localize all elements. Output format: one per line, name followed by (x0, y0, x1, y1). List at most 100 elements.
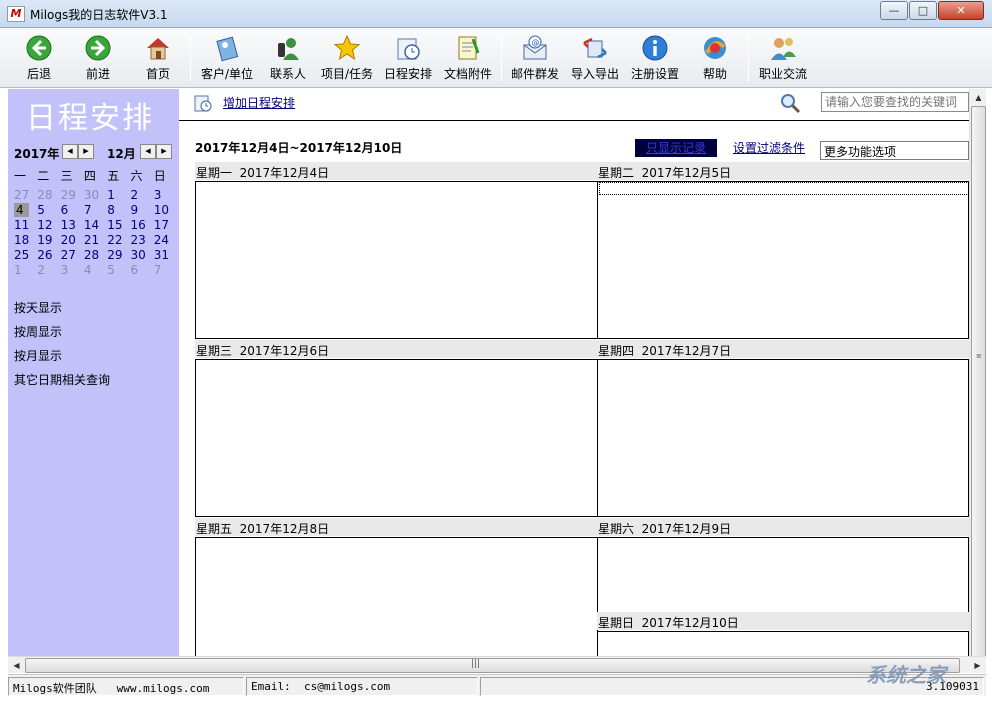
contacts-button[interactable]: 联系人 (262, 30, 314, 86)
more-options-select[interactable]: 更多功能选项 (820, 141, 969, 160)
day-cell-sat[interactable] (597, 537, 969, 615)
calendar-day[interactable]: 13 (61, 218, 84, 233)
home-button[interactable]: 首页 (133, 30, 183, 86)
main-panel: 增加日程安排 2017年12月4日~2017年12月10日 只显示记录 设置过滤… (179, 89, 969, 671)
forward-button[interactable]: 前进 (73, 30, 123, 86)
calendar-day-selected[interactable]: 4 (14, 203, 37, 218)
month-prev-button[interactable]: ◀ (140, 144, 156, 159)
calendar-day[interactable]: 18 (14, 233, 37, 248)
calendar-day-number: 2 (37, 263, 45, 277)
day-cell-mon[interactable] (195, 181, 598, 339)
calendar-day[interactable]: 2 (130, 188, 153, 203)
calendar-day[interactable]: 1 (14, 263, 37, 278)
calendar-day[interactable]: 30 (130, 248, 153, 263)
calendar-weekday: 六 (130, 169, 143, 183)
calendar-day[interactable]: 26 (37, 248, 60, 263)
calendar-day[interactable]: 12 (37, 218, 60, 233)
close-button[interactable]: ✕ (938, 1, 984, 20)
calendar-day[interactable]: 1 (107, 188, 130, 203)
calendar-day[interactable]: 19 (37, 233, 60, 248)
day-cell-wed[interactable] (195, 359, 598, 517)
calendar-day[interactable]: 3 (154, 188, 177, 203)
month-spinner: ◀ ▶ (140, 144, 172, 159)
calendar-day[interactable]: 11 (14, 218, 37, 233)
calendar-day[interactable]: 30 (84, 188, 107, 203)
calendar-day[interactable]: 20 (61, 233, 84, 248)
calendar-day[interactable]: 16 (130, 218, 153, 233)
filter-settings-link[interactable]: 设置过滤条件 (733, 139, 805, 156)
calendar-day-number: 23 (130, 233, 146, 247)
scroll-left-arrow-icon[interactable]: ◀ (8, 657, 25, 674)
day-cell-tue[interactable] (597, 181, 969, 339)
calendar-day[interactable]: 14 (84, 218, 107, 233)
search-input[interactable] (821, 92, 969, 112)
import-export-button[interactable]: 导入导出 (567, 30, 623, 86)
view-link-0[interactable]: 按天显示 (14, 299, 110, 323)
calendar-day[interactable]: 17 (154, 218, 177, 233)
calendar-day[interactable]: 24 (154, 233, 177, 248)
calendar-day-number: 18 (14, 233, 30, 247)
calendar-day-number: 11 (14, 218, 30, 232)
calendar-day[interactable]: 29 (61, 188, 84, 203)
calendar-day[interactable]: 6 (130, 263, 153, 278)
calendar-day[interactable]: 7 (154, 263, 177, 278)
view-link-2[interactable]: 按月显示 (14, 347, 110, 371)
calendar-day-number: 20 (60, 233, 76, 247)
view-link-3[interactable]: 其它日期相关查询 (14, 371, 110, 395)
year-next-button[interactable]: ▶ (78, 144, 94, 159)
help-button[interactable]: 帮助 (690, 30, 740, 86)
calendar-day[interactable]: 6 (61, 203, 84, 218)
calendar-day-number: 28 (83, 248, 100, 262)
mass-mail-button[interactable]: @ 邮件群发 (507, 30, 563, 86)
minimize-button[interactable]: — (880, 1, 908, 20)
calendar-day[interactable]: 27 (61, 248, 84, 263)
calendar-day[interactable]: 28 (84, 248, 107, 263)
schedule-button[interactable]: 日程安排 (380, 30, 436, 86)
calendar-day[interactable]: 2 (37, 263, 60, 278)
vertical-scroll-thumb[interactable]: ≡ (971, 106, 986, 666)
calendar-weekday: 五 (107, 169, 120, 183)
vertical-scrollbar[interactable]: ▲ ≡ (969, 89, 987, 666)
customer-button[interactable]: 客户/单位 (196, 30, 258, 86)
calendar-day[interactable]: 9 (130, 203, 153, 218)
documents-button[interactable]: 文档附件 (440, 30, 496, 86)
main-toolbar: 后退 前进 首页 客户/单位 联系人 项目/任务 日程安排 文档附件 @ 邮件群… (0, 28, 992, 88)
month-next-button[interactable]: ▶ (156, 144, 172, 159)
calendar-day-number: 12 (37, 218, 53, 232)
scroll-up-arrow-icon[interactable]: ▲ (970, 89, 987, 106)
calendar-day-number: 5 (107, 263, 115, 277)
projects-button[interactable]: 项目/任务 (318, 30, 376, 86)
registration-settings-button[interactable]: 注册设置 (627, 30, 683, 86)
maximize-button[interactable]: □ (909, 1, 937, 20)
show-records-button[interactable]: 只显示记录 (635, 139, 717, 157)
calendar-day[interactable]: 23 (130, 233, 153, 248)
calendar-day[interactable]: 8 (107, 203, 130, 218)
calendar-day[interactable]: 5 (37, 203, 60, 218)
calendar-day[interactable]: 5 (107, 263, 130, 278)
calendar-day[interactable]: 15 (107, 218, 130, 233)
day-cell-thu[interactable] (597, 359, 969, 517)
calendar-week-row: 11 12 13 14 15 16 17 (14, 218, 179, 233)
calendar-header: 2017年 ◀ ▶ 12月 ◀ ▶ (14, 143, 179, 161)
day-cell-fri[interactable] (195, 537, 598, 667)
calendar-day-number: 24 (153, 233, 170, 247)
back-button[interactable]: 后退 (14, 30, 64, 86)
calendar-day[interactable]: 22 (107, 233, 130, 248)
calendar-day[interactable]: 3 (61, 263, 84, 278)
calendar-day[interactable]: 28 (37, 188, 60, 203)
calendar-day[interactable]: 25 (14, 248, 37, 263)
career-exchange-button[interactable]: 职业交流 (754, 30, 812, 86)
calendar-weekday: 日 (153, 169, 166, 183)
calendar-day[interactable]: 27 (14, 188, 37, 203)
calendar-day[interactable]: 10 (154, 203, 177, 218)
calendar-day[interactable]: 7 (84, 203, 107, 218)
year-prev-button[interactable]: ◀ (62, 144, 78, 159)
calendar-day[interactable]: 21 (84, 233, 107, 248)
add-schedule-link[interactable]: 增加日程安排 (223, 94, 295, 111)
calendar-day[interactable]: 29 (107, 248, 130, 263)
calendar-day-number: 22 (107, 233, 123, 247)
view-link-1[interactable]: 按周显示 (14, 323, 110, 347)
search-icon[interactable] (779, 92, 801, 114)
calendar-day[interactable]: 31 (154, 248, 177, 263)
calendar-day[interactable]: 4 (84, 263, 107, 278)
